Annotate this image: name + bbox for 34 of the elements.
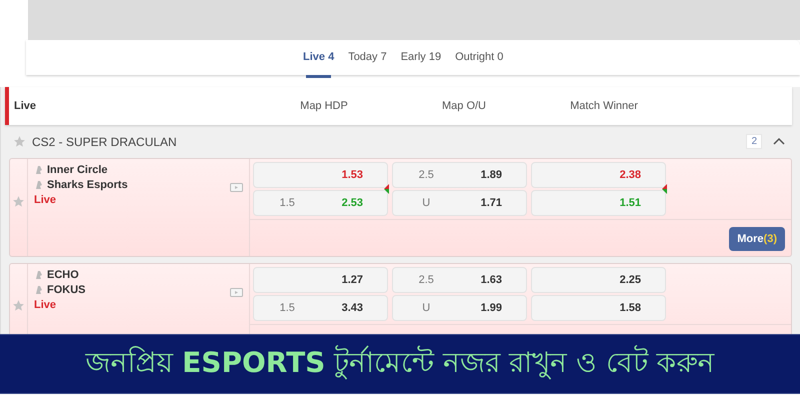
odds-button[interactable]: 1.58 (531, 295, 666, 321)
odds-button[interactable]: 2.5 1.63 (392, 267, 527, 293)
promo-banner-text: জনপ্রিয় ESPORTS টুর্নামেন্টে নজর রাখুন ও বেট করুন (85, 344, 715, 382)
column-header: Map O/U (440, 100, 487, 112)
match-count: 2 (746, 134, 762, 149)
odds-button[interactable]: 2.25 (531, 267, 666, 293)
odds-button[interactable]: U 1.99 (392, 295, 527, 321)
section-title: Live (13, 100, 38, 112)
tab[interactable]: Outright 0 (448, 40, 510, 75)
odds-button[interactable]: 2.5 1.89 (392, 162, 527, 188)
star-icon[interactable] (13, 135, 26, 148)
more-button[interactable]: More(3) (729, 227, 785, 251)
live-status: Live (34, 299, 58, 311)
column-header: Match Winner (569, 100, 639, 112)
live-status: Live (34, 194, 58, 206)
tab[interactable]: Live 4 (296, 40, 342, 75)
column-header: Map HDP (299, 100, 349, 112)
odds-button[interactable]: 1.53 (253, 162, 388, 188)
team-name: FOKUS (47, 284, 86, 296)
tab[interactable]: Today 7 (341, 40, 394, 75)
league-name: CS2 - SUPER DRACULAN (32, 134, 178, 148)
odds-button[interactable]: U 1.71 (392, 190, 527, 216)
odds-button[interactable]: 1.5 2.53 (253, 190, 388, 216)
star-icon[interactable] (12, 195, 25, 208)
video-icon[interactable] (230, 183, 243, 192)
odds-button[interactable]: 1.5 3.43 (253, 295, 388, 321)
star-icon[interactable] (12, 298, 25, 312)
tab[interactable]: Early 19 (394, 40, 448, 75)
odds-button[interactable]: 2.38 (531, 162, 666, 188)
team-name: Inner Circle (47, 164, 108, 176)
team-name: Sharks Esports (47, 179, 128, 191)
video-icon[interactable] (230, 288, 243, 297)
team-name: ECHO (47, 269, 79, 281)
odds-button[interactable]: 1.27 (253, 267, 388, 293)
